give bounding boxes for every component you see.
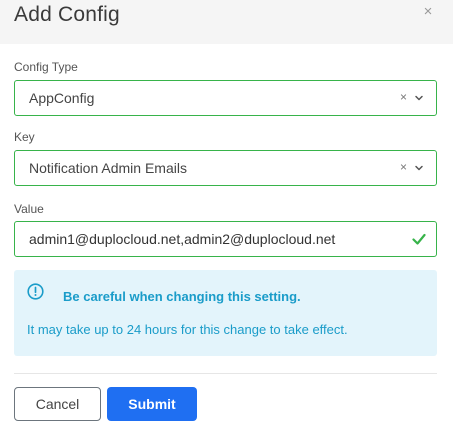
chevron-down-icon[interactable] — [414, 163, 424, 173]
key-clear-icon[interactable]: × — [400, 160, 407, 174]
checkmark-icon — [412, 233, 426, 245]
value-input-text: admin1@duplocloud.net,admin2@duplocloud.… — [29, 231, 336, 247]
modal-header: Add Config × — [0, 0, 453, 44]
key-label: Key — [14, 130, 35, 144]
submit-button[interactable]: Submit — [107, 387, 197, 421]
close-icon[interactable]: × — [419, 3, 437, 21]
config-type-select[interactable]: AppConfig × — [14, 80, 437, 116]
footer-divider — [14, 373, 437, 374]
config-type-value: AppConfig — [29, 90, 95, 106]
config-type-clear-icon[interactable]: × — [400, 90, 407, 104]
modal-title: Add Config — [14, 3, 120, 26]
value-label: Value — [14, 202, 44, 216]
value-input[interactable]: admin1@duplocloud.net,admin2@duplocloud.… — [14, 221, 437, 257]
info-circle-icon — [27, 283, 44, 300]
warning-alert: Be careful when changing this setting. I… — [14, 270, 437, 356]
alert-body: It may take up to 24 hours for this chan… — [27, 322, 348, 337]
chevron-down-icon[interactable] — [414, 93, 424, 103]
key-value: Notification Admin Emails — [29, 160, 187, 176]
cancel-button[interactable]: Cancel — [14, 387, 101, 421]
config-type-label: Config Type — [14, 60, 78, 74]
key-select[interactable]: Notification Admin Emails × — [14, 150, 437, 186]
alert-title: Be careful when changing this setting. — [63, 289, 301, 304]
